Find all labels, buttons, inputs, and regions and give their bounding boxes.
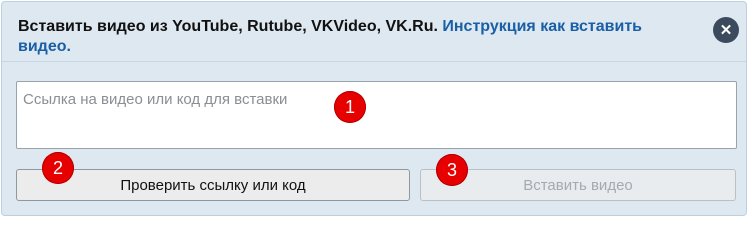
close-icon: ✕: [719, 22, 733, 39]
insert-video-button-label: Вставить видео: [523, 176, 633, 194]
header-divider: [2, 61, 746, 62]
video-link-input[interactable]: [16, 81, 737, 149]
check-link-button-label: Проверить ссылку или код: [120, 176, 306, 194]
dialog-header: Вставить видео из YouTube, Rutube, VKVid…: [18, 17, 698, 57]
step-badge-3: 3: [436, 154, 468, 186]
step-badge-2: 2: [42, 152, 74, 184]
step-badge-1: 1: [334, 91, 366, 123]
close-button[interactable]: ✕: [713, 17, 739, 43]
dialog-title: Вставить видео из YouTube, Rutube, VKVid…: [18, 18, 438, 35]
check-link-button[interactable]: Проверить ссылку или код: [16, 169, 410, 201]
